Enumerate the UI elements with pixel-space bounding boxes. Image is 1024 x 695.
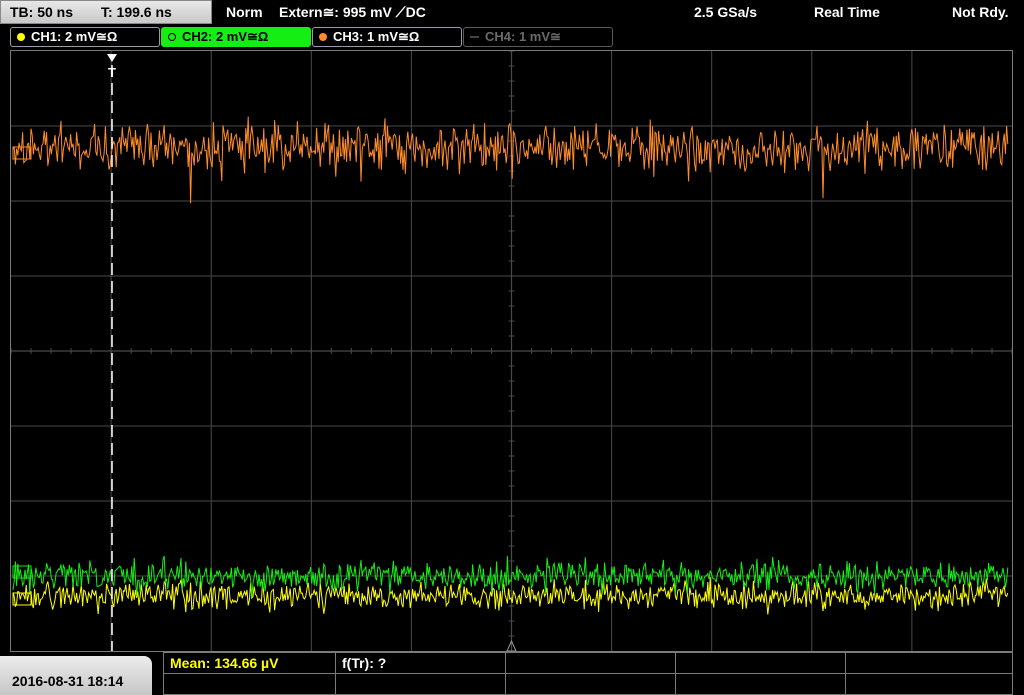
sample-rate: 2.5 GSa/s — [694, 4, 758, 20]
measurement-slot-3[interactable] — [506, 653, 676, 673]
ch1-label: CH1: 2 mV≅Ω — [31, 29, 118, 44]
trigger-marker-label: T — [108, 65, 116, 80]
ch3-waveform — [12, 116, 1009, 204]
trigger-mode[interactable]: Norm — [226, 0, 263, 24]
measurement-panel[interactable]: Mean: 134.66 µV f(Tr): ? — [163, 652, 1013, 695]
measurement-slot-6[interactable] — [164, 674, 336, 694]
frequency-measurement[interactable]: f(Tr): ? — [336, 653, 506, 673]
measurement-row-2 — [164, 673, 1012, 694]
measurement-slot-5[interactable] — [846, 653, 1012, 673]
ch4-label: CH4: 1 mV≅ — [485, 29, 561, 44]
acquisition-state: Not Rdy. — [952, 4, 1009, 20]
mean-measurement[interactable]: Mean: 134.66 µV — [164, 653, 336, 673]
datetime-label: 2016-08-31 18:14 — [12, 673, 124, 689]
measurement-slot-4[interactable] — [676, 653, 846, 673]
ch2-label: CH2: 2 mV≅Ω — [182, 29, 269, 44]
status-bar: Norm Extern≅: 995 mV ⟋DC 2.5 GSa/s Real … — [216, 0, 1024, 24]
ch1-indicator-icon — [17, 33, 25, 41]
timebase-label: TB: 50 ns — [10, 4, 74, 20]
channel-tab-ch1[interactable]: CH1: 2 mV≅Ω — [10, 27, 160, 47]
measurement-slot-9[interactable] — [676, 674, 846, 694]
timebase-panel[interactable]: TB: 50 ns T: 199.6 ns — [0, 0, 212, 24]
trigger-time-label: T: 199.6 ns — [101, 4, 172, 20]
datetime-panel: 2016-08-31 18:14 — [0, 656, 152, 695]
ch2-indicator-icon — [168, 33, 176, 41]
measurement-slot-8[interactable] — [506, 674, 676, 694]
graticule: T — [11, 51, 1012, 651]
trigger-arrow-icon — [107, 54, 117, 62]
ch3-indicator-icon — [319, 33, 327, 41]
channel-tab-ch4[interactable]: CH4: 1 mV≅ — [463, 27, 613, 47]
channel-tab-ch2[interactable]: CH2: 2 mV≅Ω — [161, 27, 311, 47]
ch3-label: CH3: 1 mV≅Ω — [333, 29, 420, 44]
acquisition-mode: Real Time — [814, 4, 880, 20]
ch4-off-icon — [470, 36, 479, 38]
trigger-source[interactable]: Extern≅: 995 mV ⟋DC — [279, 0, 426, 24]
channel-tab-ch3[interactable]: CH3: 1 mV≅Ω — [312, 27, 462, 47]
waveform-display[interactable]: T — [10, 50, 1013, 652]
measurement-slot-7[interactable] — [336, 674, 506, 694]
